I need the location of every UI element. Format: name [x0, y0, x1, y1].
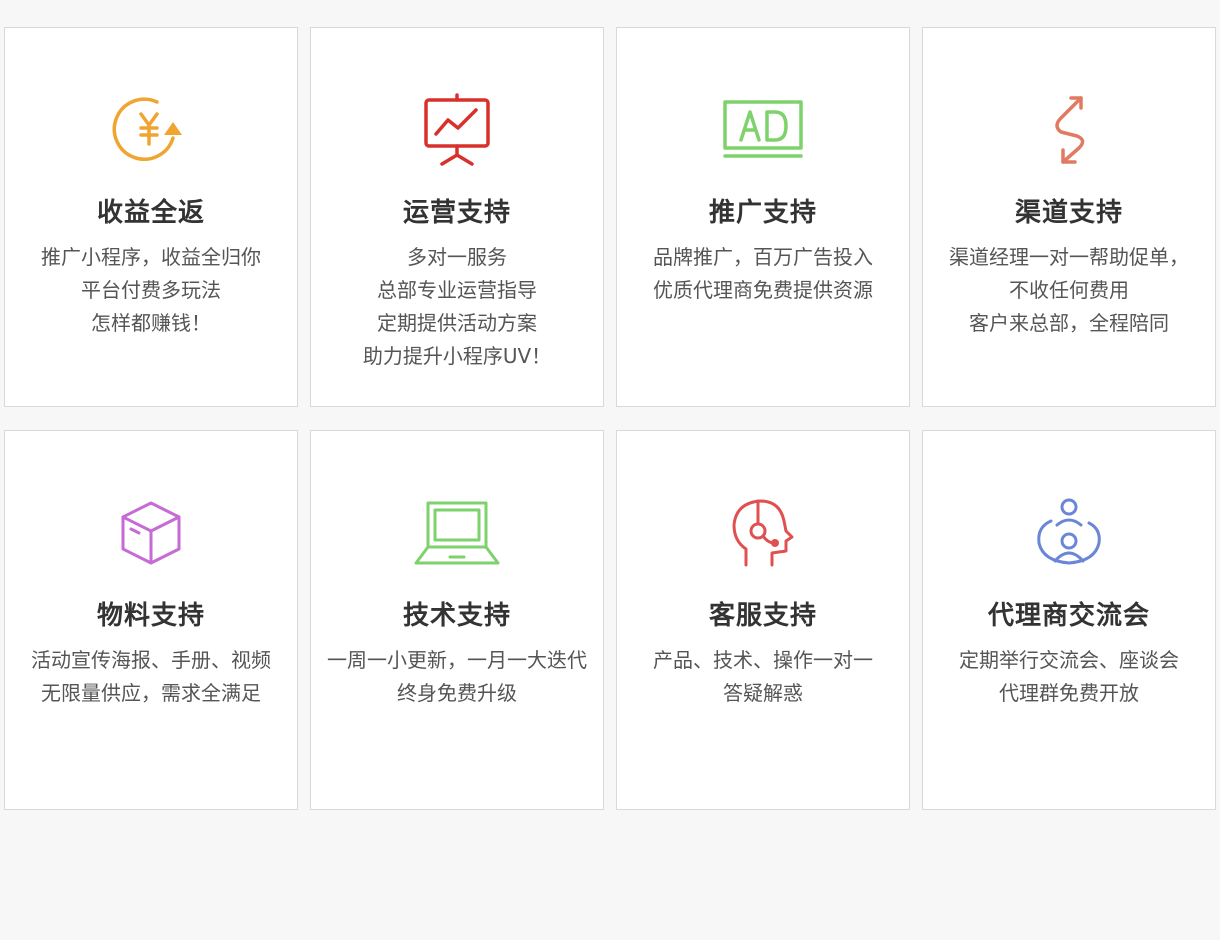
- description-line: 推广小程序，收益全归你: [41, 245, 261, 269]
- card-description: 活动宣传海报、手册、视频 无限量供应，需求全满足: [13, 644, 289, 710]
- description-line: 定期提供活动方案: [377, 311, 537, 335]
- ad-screen-icon: [713, 90, 813, 170]
- description-line: 产品、技术、操作一对一: [653, 648, 873, 672]
- card-title: 客服支持: [708, 601, 817, 631]
- card-title: 物料支持: [96, 601, 205, 631]
- feature-card-materials: 物料支持 活动宣传海报、手册、视频 无限量供应，需求全满足: [4, 430, 298, 810]
- description-line: 渠道经理一对一帮助促单，: [949, 245, 1189, 269]
- card-description: 产品、技术、操作一对一 答疑解惑: [625, 644, 901, 710]
- card-description: 渠道经理一对一帮助促单， 不收任何费用 客户来总部，全程陪同: [931, 241, 1207, 340]
- feature-grid: 收益全返 推广小程序，收益全归你 平台付费多玩法 怎样都赚钱！ 运营支持 多对一…: [4, 27, 1216, 810]
- route-arrows-icon: [1019, 90, 1119, 170]
- feature-card-technical: 技术支持 一周一小更新，一月一大迭代 终身免费升级: [310, 430, 604, 810]
- card-description: 多对一服务 总部专业运营指导 定期提供活动方案 助力提升小程序UV！: [319, 241, 595, 373]
- description-line: 品牌推广，百万广告投入: [653, 245, 873, 269]
- card-description: 一周一小更新，一月一大迭代 终身免费升级: [319, 644, 595, 710]
- feature-card-agent-meetup: 代理商交流会 定期举行交流会、座谈会 代理群免费开放: [922, 430, 1216, 810]
- description-line: 优质代理商免费提供资源: [653, 278, 873, 302]
- description-line: 无限量供应，需求全满足: [41, 681, 261, 705]
- description-line: 总部专业运营指导: [377, 278, 537, 302]
- feature-card-revenue: 收益全返 推广小程序，收益全归你 平台付费多玩法 怎样都赚钱！: [4, 27, 298, 407]
- description-line: 答疑解惑: [723, 681, 803, 705]
- description-line: 代理群免费开放: [999, 681, 1139, 705]
- card-title: 渠道支持: [1014, 198, 1123, 228]
- feature-card-channel: 渠道支持 渠道经理一对一帮助促单， 不收任何费用 客户来总部，全程陪同: [922, 27, 1216, 407]
- feature-card-operations: 运营支持 多对一服务 总部专业运营指导 定期提供活动方案 助力提升小程序UV！: [310, 27, 604, 407]
- card-title: 代理商交流会: [987, 601, 1150, 631]
- card-title: 收益全返: [96, 198, 205, 228]
- laptop-icon: [407, 493, 507, 573]
- description-line: 平台付费多玩法: [81, 278, 221, 302]
- card-title: 推广支持: [708, 198, 817, 228]
- feature-card-customer-service: 客服支持 产品、技术、操作一对一 答疑解惑: [616, 430, 910, 810]
- description-line: 活动宣传海报、手册、视频: [31, 648, 271, 672]
- card-description: 推广小程序，收益全归你 平台付费多玩法 怎样都赚钱！: [13, 241, 289, 340]
- description-line: 多对一服务: [407, 245, 507, 269]
- card-title: 运营支持: [402, 198, 511, 228]
- description-line: 不收任何费用: [1009, 278, 1129, 302]
- description-line: 一周一小更新，一月一大迭代: [327, 648, 587, 672]
- description-line: 终身免费升级: [397, 681, 517, 705]
- presentation-chart-icon: [407, 90, 507, 170]
- card-description: 定期举行交流会、座谈会 代理群免费开放: [931, 644, 1207, 710]
- feature-card-promotion: 推广支持 品牌推广，百万广告投入 优质代理商免费提供资源: [616, 27, 910, 407]
- box-icon: [101, 493, 201, 573]
- description-line: 定期举行交流会、座谈会: [959, 648, 1179, 672]
- card-title: 技术支持: [402, 601, 511, 631]
- description-line: 助力提升小程序UV！: [362, 344, 552, 368]
- headset-head-icon: [713, 493, 813, 573]
- description-line: 怎样都赚钱！: [91, 311, 211, 335]
- people-group-icon: [1019, 493, 1119, 573]
- description-line: 客户来总部，全程陪同: [969, 311, 1169, 335]
- yen-refresh-icon: [101, 90, 201, 170]
- card-description: 品牌推广，百万广告投入 优质代理商免费提供资源: [625, 241, 901, 307]
